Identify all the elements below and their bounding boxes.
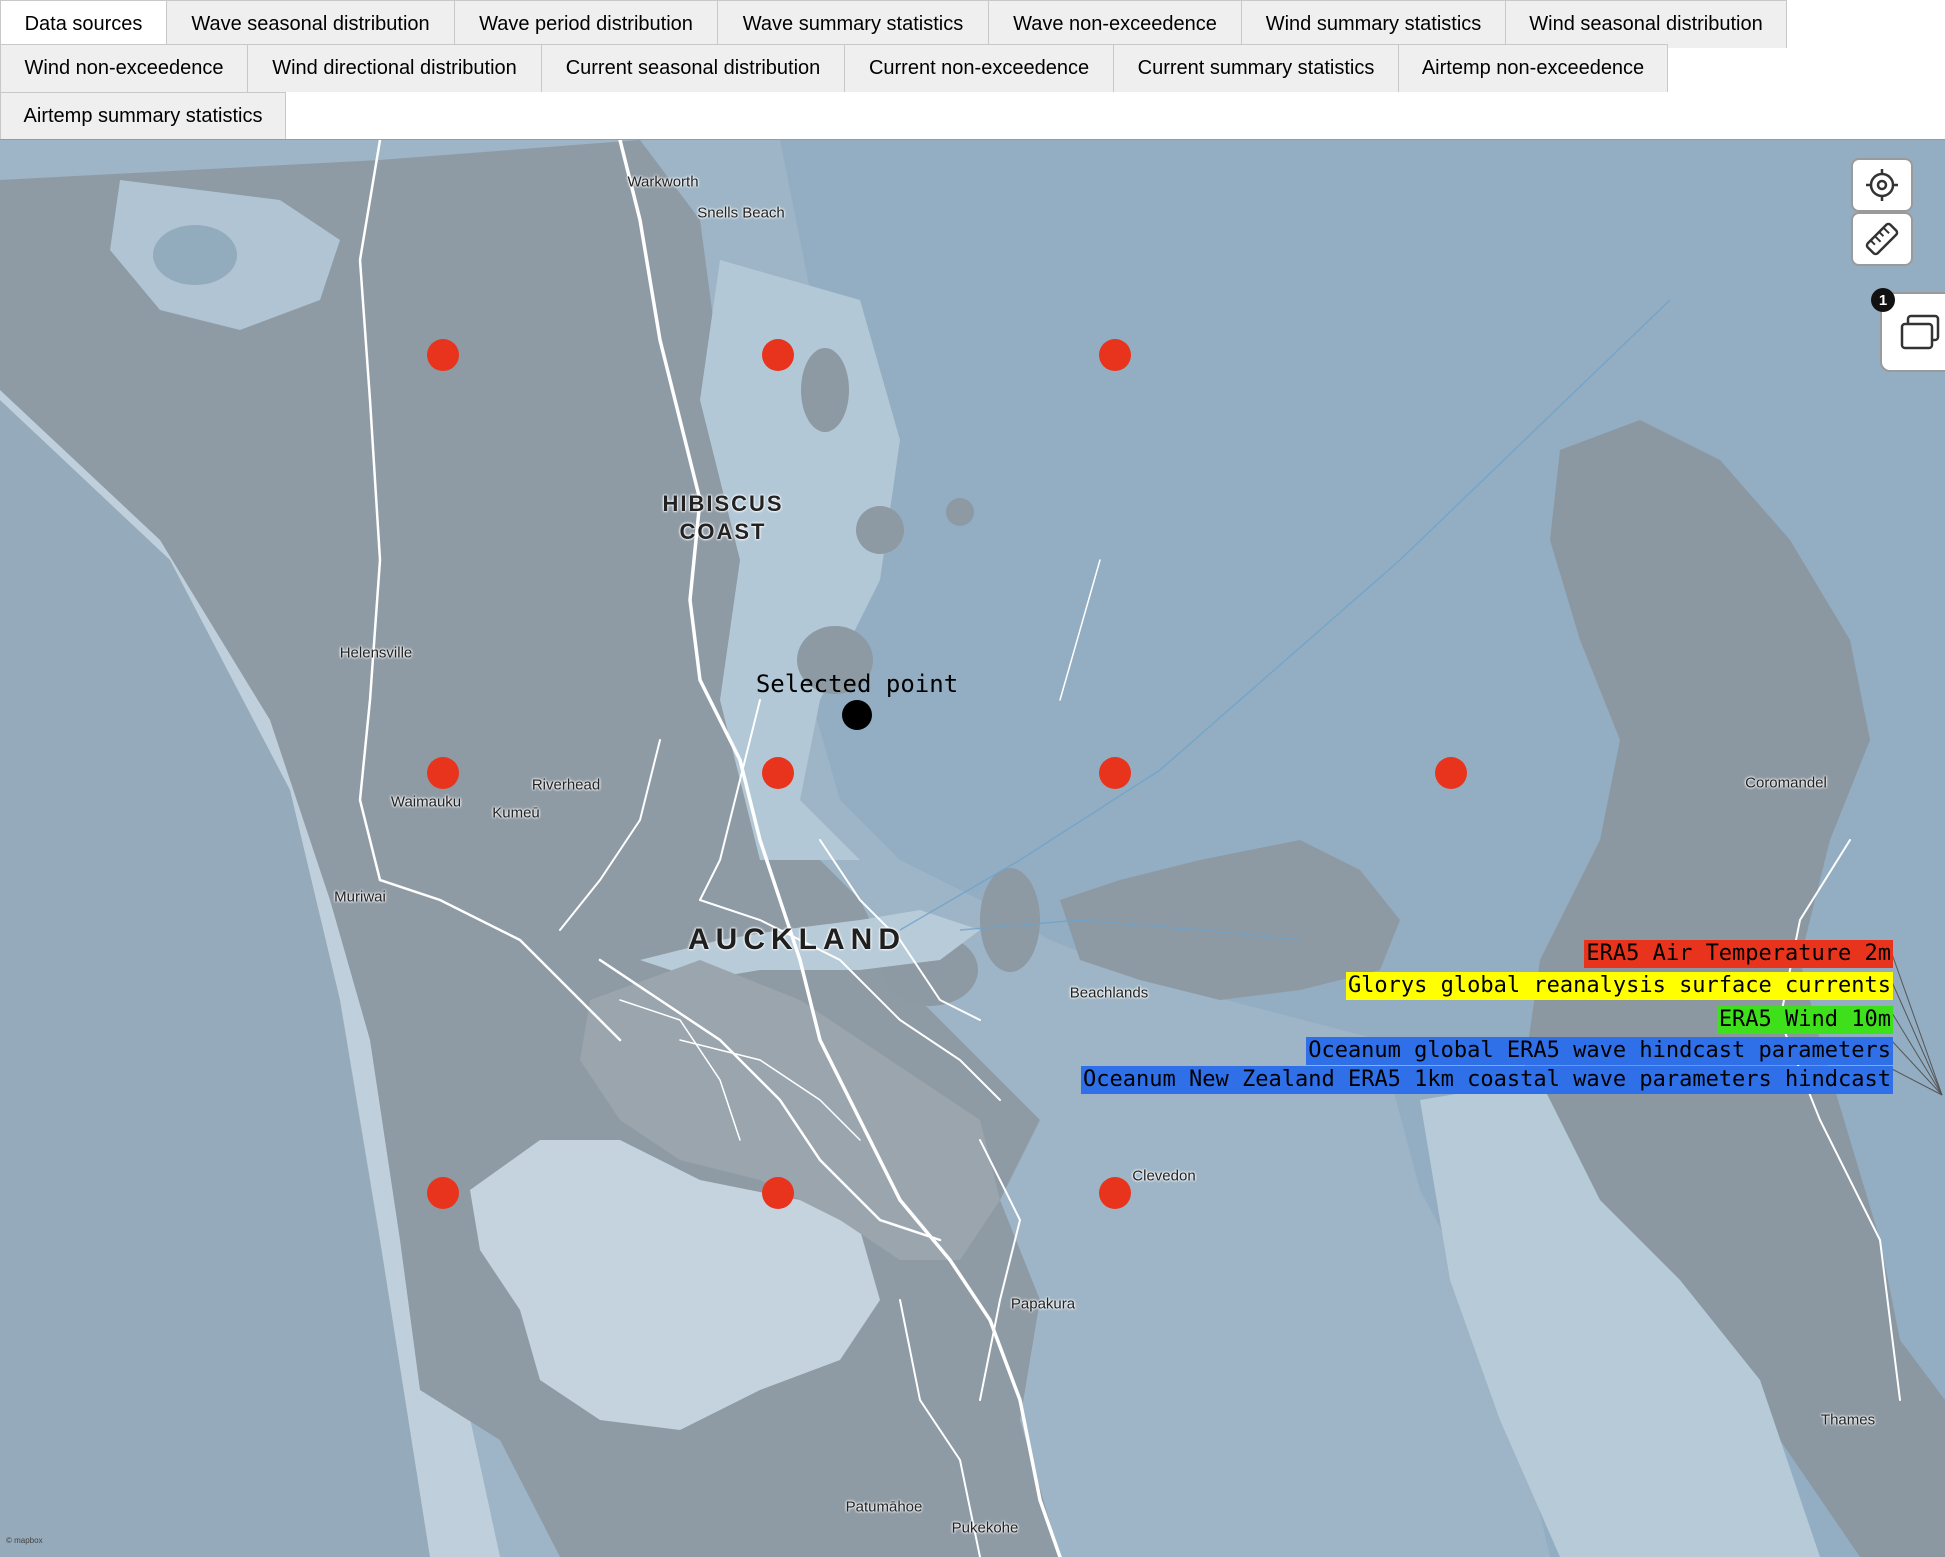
selected-point-label: Selected point [755,670,959,698]
tab-wave-nonexceedence[interactable]: Wave non-exceedence [988,0,1242,48]
tab-wave-summary[interactable]: Wave summary statistics [717,0,989,48]
tab-bar: Data sources Wave seasonal distribution … [0,0,1945,140]
data-point-marker[interactable] [1099,1177,1131,1209]
tab-wind-nonexceedence[interactable]: Wind non-exceedence [0,44,248,92]
selected-point-marker[interactable] [842,700,872,730]
data-point-marker[interactable] [762,757,794,789]
place-beachlands: Beachlands [1069,984,1149,1002]
tab-current-summary[interactable]: Current summary statistics [1113,44,1399,92]
data-point-marker[interactable] [762,339,794,371]
place-helensville: Helensville [339,644,413,662]
tab-wave-period[interactable]: Wave period distribution [454,0,718,48]
locate-button[interactable] [1851,158,1913,212]
place-clevedon: Clevedon [1132,1167,1196,1185]
tab-row-3: Airtemp summary statistics [0,92,286,140]
place-papakura: Papakura [1010,1295,1076,1313]
tab-row-1: Data sources Wave seasonal distribution … [0,0,1787,48]
ruler-icon [1865,222,1899,256]
place-thames: Thames [1820,1411,1876,1429]
map-view[interactable]: Warkworth Snells Beach HIBISCUS COAST He… [0,140,1945,1557]
place-warkworth: Warkworth [627,173,699,191]
tab-current-seasonal[interactable]: Current seasonal distribution [541,44,845,92]
legend-leader-lines [1891,953,1943,1096]
legend-item-glorys-currents: Glorys global reanalysis surface current… [1345,972,1893,1000]
place-hibiscus-coast: HIBISCUS COAST [662,491,784,544]
tab-wind-directional[interactable]: Wind directional distribution [247,44,542,92]
data-point-marker[interactable] [1099,339,1131,371]
place-riverhead: Riverhead [531,776,601,794]
data-point-marker[interactable] [427,1177,459,1209]
place-auckland: AUCKLAND [688,923,906,956]
legend-item-era5-wind: ERA5 Wind 10m [1716,1006,1893,1034]
tab-wave-seasonal[interactable]: Wave seasonal distribution [166,0,455,48]
measure-button[interactable] [1851,212,1913,266]
place-coromandel: Coromandel [1745,774,1827,792]
legend-item-oceanum-nz-wave: Oceanum New Zealand ERA5 1km coastal wav… [1081,1066,1893,1094]
tab-wind-summary[interactable]: Wind summary statistics [1241,0,1506,48]
tab-airtemp-summary[interactable]: Airtemp summary statistics [0,92,286,140]
tab-airtemp-nonexceedence[interactable]: Airtemp non-exceedence [1398,44,1668,92]
data-point-marker[interactable] [427,757,459,789]
data-point-marker[interactable] [762,1177,794,1209]
tab-wind-seasonal[interactable]: Wind seasonal distribution [1505,0,1787,48]
place-pukekohe: Pukekohe [951,1519,1019,1537]
place-waimauku: Waimauku [390,793,462,811]
place-muriwai: Muriwai [334,888,386,906]
layers-icon [1900,314,1940,350]
legend-item-oceanum-global-wave: Oceanum global ERA5 wave hindcast parame… [1306,1037,1893,1065]
tab-current-nonexceedence[interactable]: Current non-exceedence [844,44,1114,92]
place-patumahoe: Patumāhoe [845,1498,923,1516]
data-point-marker[interactable] [1435,757,1467,789]
crosshair-icon [1866,169,1898,201]
layers-count-badge: 1 [1871,288,1895,312]
data-point-marker[interactable] [427,339,459,371]
data-point-marker[interactable] [1099,757,1131,789]
tab-row-2: Wind non-exceedence Wind directional dis… [0,44,1668,92]
map-attribution[interactable]: © mapbox [6,1536,43,1545]
map-basemap [0,140,1945,1557]
place-snells-beach: Snells Beach [697,204,785,222]
tab-data-sources[interactable]: Data sources [0,0,167,48]
place-kumeu: Kumeū [492,804,540,822]
legend-item-era5-air-temp: ERA5 Air Temperature 2m [1584,940,1893,968]
